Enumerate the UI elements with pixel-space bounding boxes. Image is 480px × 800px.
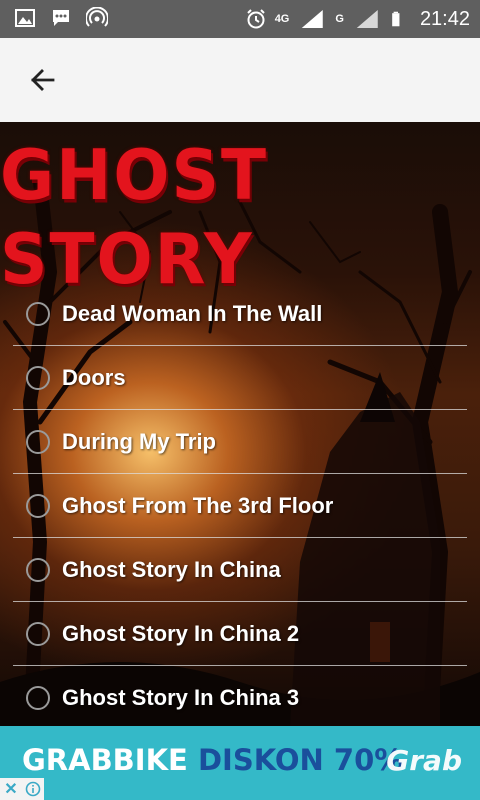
ad-word-discount: DISKON 70%: [197, 743, 404, 777]
radio-button[interactable]: [26, 365, 50, 390]
story-label: During My Trip: [62, 428, 216, 454]
story-label: Doors: [62, 364, 126, 390]
story-label: Dead Woman In The Wall: [62, 300, 323, 326]
list-item[interactable]: During My Trip: [13, 410, 467, 474]
list-item[interactable]: Dead Woman In The Wall: [13, 282, 467, 346]
ad-banner[interactable]: GRABBIKE DISKON 70% Grab ✕: [0, 726, 480, 800]
arrow-left-icon: [31, 69, 55, 91]
list-item[interactable]: Ghost Story In China 3: [13, 666, 467, 726]
image-icon: [15, 9, 35, 27]
story-list-screen: GHOST STORY Dead Woman In The Wall Doors…: [0, 122, 480, 726]
story-label: Ghost Story In China 2: [62, 620, 300, 646]
back-button[interactable]: [22, 60, 62, 100]
info-icon[interactable]: [22, 778, 44, 800]
ad-word-grabbike: GRABBIKE: [22, 743, 188, 777]
story-label: Ghost Story In China 3: [62, 685, 300, 710]
ad-brand-logo: Grab: [386, 744, 462, 777]
network-type-label-2: G: [335, 12, 344, 25]
list-item[interactable]: Ghost Story In China: [13, 538, 467, 602]
hotspot-icon: [86, 7, 108, 27]
signal-icon: [302, 10, 324, 28]
radio-button[interactable]: [26, 301, 50, 326]
story-label: Ghost From The 3rd Floor: [62, 492, 334, 518]
story-label: Ghost Story In China: [62, 556, 281, 582]
signal-icon: [356, 10, 378, 28]
status-bar: 4G G 21:42: [0, 0, 480, 38]
page-title: GHOST STORY: [0, 135, 269, 300]
list-item[interactable]: Ghost Story In China 2: [13, 602, 467, 666]
radio-button[interactable]: [26, 429, 50, 454]
app-bar: [0, 38, 480, 122]
close-icon[interactable]: ✕: [0, 778, 22, 800]
story-list: Dead Woman In The Wall Doors During My T…: [13, 282, 467, 726]
chat-icon: [53, 10, 69, 26]
radio-button[interactable]: [26, 686, 50, 710]
ad-headline: GRABBIKE DISKON 70%: [22, 743, 403, 777]
network-type-label: 4G: [274, 12, 290, 25]
list-item[interactable]: Doors: [13, 346, 467, 410]
ad-controls: ✕: [0, 778, 44, 800]
radio-button[interactable]: [26, 493, 50, 518]
radio-button[interactable]: [26, 557, 50, 582]
alarm-icon: [246, 9, 265, 29]
clock-time: 21:42: [419, 8, 470, 30]
radio-button[interactable]: [26, 621, 50, 646]
battery-icon: [392, 11, 400, 27]
title-banner: GHOST STORY: [0, 135, 480, 300]
list-item[interactable]: Ghost From The 3rd Floor: [13, 474, 467, 538]
